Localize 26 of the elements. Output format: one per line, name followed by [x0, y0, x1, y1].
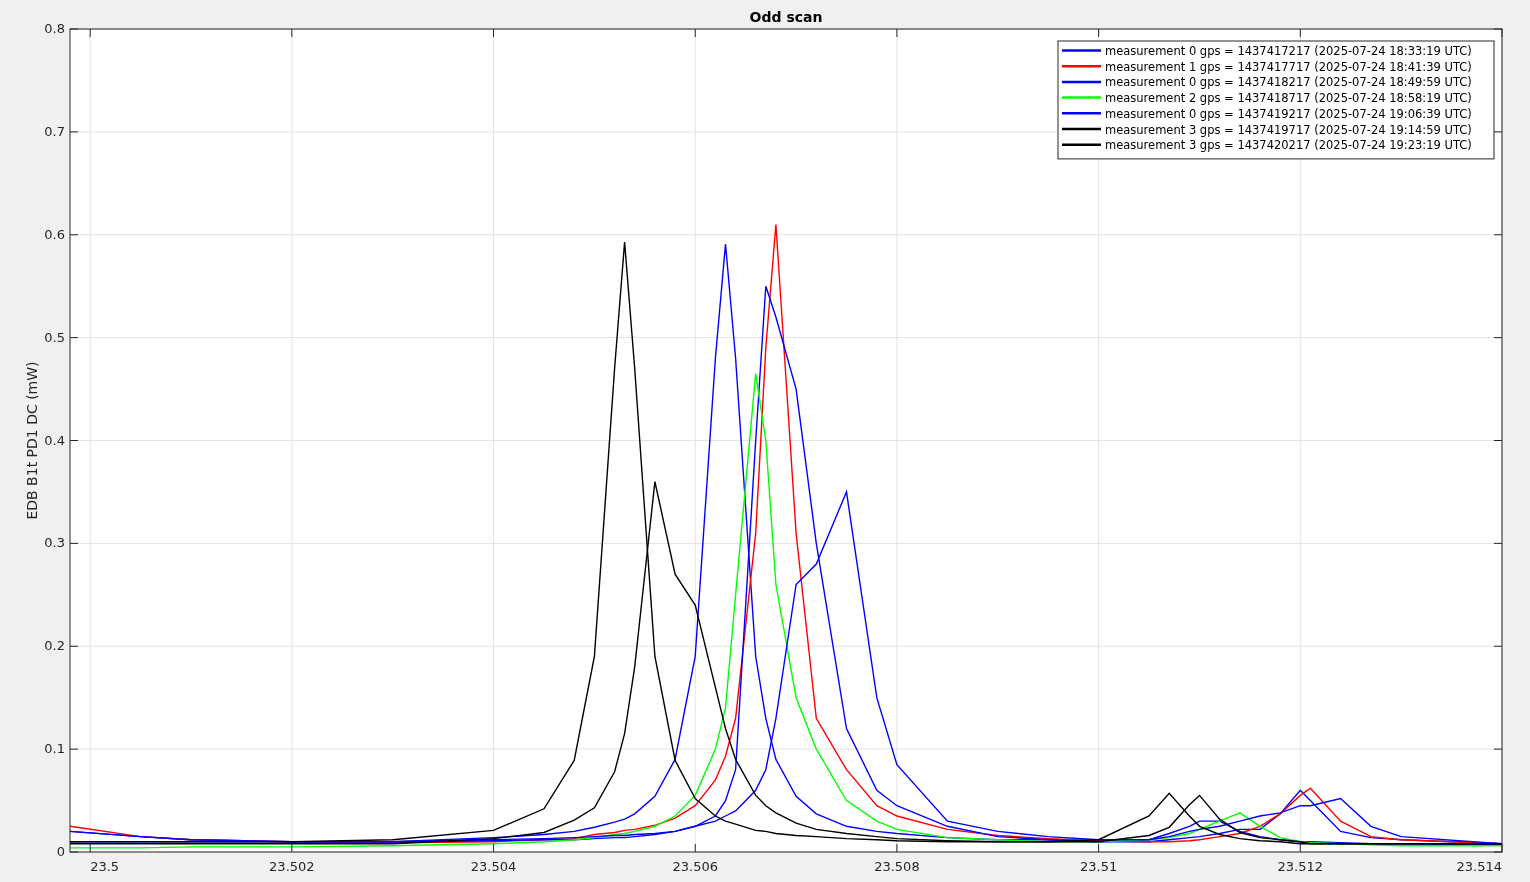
y-tick-label: 0.7 — [44, 123, 65, 139]
y-axis-label: EDB B1t PD1 DC (mW) — [24, 361, 40, 520]
legend-label: measurement 0 gps = 1437418217 (2025-07-24 18:49:59 UTC) — [1105, 75, 1472, 90]
x-tick-label: 23.51 — [1080, 859, 1118, 874]
legend-label: measurement 3 gps = 1437420217 (2025-07-24 19:23:19 UTC) — [1105, 138, 1472, 153]
x-tick-label: 23.514 — [1456, 859, 1502, 874]
legend-label: measurement 1 gps = 1437417717 (2025-07-24 18:41:39 UTC) — [1105, 59, 1472, 74]
legend-label: measurement 2 gps = 1437418717 (2025-07-24 18:58:19 UTC) — [1105, 91, 1472, 106]
y-tick-label: 0 — [56, 844, 65, 859]
chart-title: Odd scan — [749, 9, 823, 25]
y-tick-label: 0.5 — [44, 329, 65, 345]
x-tick-label: 23.504 — [470, 859, 517, 874]
y-tick-label: 0.1 — [44, 741, 65, 757]
y-tick-label: 0.3 — [44, 535, 65, 551]
x-tick-label: 23.508 — [874, 859, 920, 874]
x-tick-label: 23.502 — [269, 859, 315, 874]
y-tick-label: 0.8 — [44, 21, 65, 36]
legend-label: measurement 0 gps = 1437419217 (2025-07-24 19:06:39 UTC) — [1105, 106, 1472, 121]
x-tick-label: 23.512 — [1277, 859, 1324, 874]
legend-label: measurement 0 gps = 1437417217 (2025-07-24 18:33:19 UTC) — [1105, 44, 1472, 58]
y-tick-label: 0.6 — [44, 226, 65, 242]
x-tick-label: 23.5 — [90, 859, 120, 874]
y-tick-label: 0.4 — [44, 432, 65, 448]
legend-label: measurement 3 gps = 1437419717 (2025-07-24 19:14:59 UTC) — [1105, 122, 1472, 137]
x-tick-label: 23.506 — [672, 859, 718, 874]
y-tick-label: 0.2 — [44, 638, 65, 654]
